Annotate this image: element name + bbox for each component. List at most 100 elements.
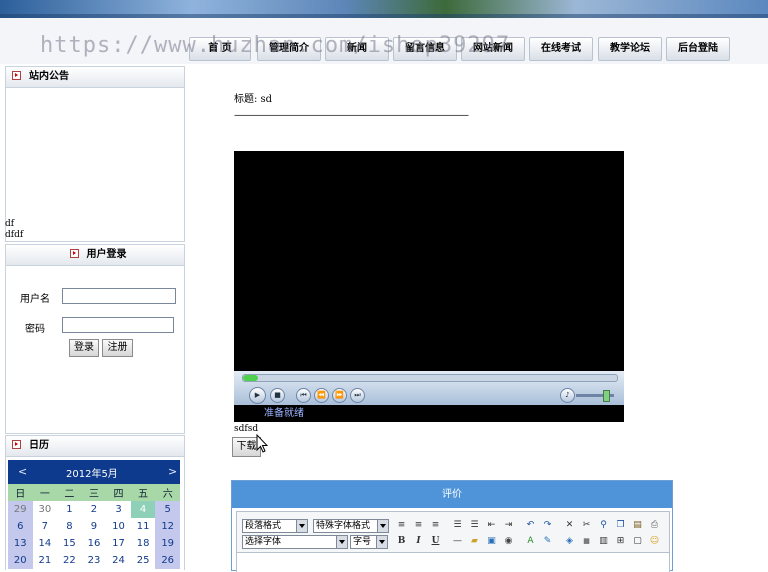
bold-button[interactable]: B bbox=[395, 535, 408, 548]
previous-icon[interactable]: ⏮ bbox=[296, 388, 311, 403]
login-button[interactable]: 登录 bbox=[69, 339, 99, 357]
table-icon[interactable]: ▥ bbox=[597, 535, 610, 548]
calendar-day[interactable]: 11 bbox=[131, 518, 156, 535]
password-input[interactable] bbox=[62, 317, 174, 333]
calendar-day[interactable]: 25 bbox=[131, 552, 156, 569]
arrow-marker-icon bbox=[69, 249, 79, 258]
calendar-day[interactable]: 10 bbox=[106, 518, 131, 535]
indent-icon[interactable]: ⇥ bbox=[502, 519, 515, 532]
image-icon[interactable]: ▣ bbox=[485, 535, 498, 548]
ordered-list-icon[interactable]: ☰ bbox=[451, 519, 464, 532]
calendar-day[interactable]: 30 bbox=[33, 501, 58, 518]
chevron-down-icon bbox=[296, 520, 307, 532]
font-select[interactable]: 选择字体 bbox=[242, 535, 348, 549]
cut-icon[interactable]: ✂ bbox=[580, 519, 593, 532]
calendar-day[interactable]: 14 bbox=[33, 535, 58, 552]
paste-icon[interactable]: ▤ bbox=[631, 519, 644, 532]
calendar-day[interactable]: 9 bbox=[82, 518, 107, 535]
font-color-icon[interactable]: A bbox=[524, 535, 537, 548]
calendar-day[interactable]: 23 bbox=[82, 552, 107, 569]
tab-online-exam[interactable]: 在线考试 bbox=[529, 37, 593, 61]
seek-bar[interactable] bbox=[242, 374, 618, 382]
title-separator: —————————————————————————— bbox=[234, 110, 469, 121]
calendar-day[interactable]: 17 bbox=[106, 535, 131, 552]
calendar-day[interactable]: 19 bbox=[155, 535, 180, 552]
calendar-day[interactable]: 13 bbox=[8, 535, 33, 552]
align-left-icon[interactable]: ≡ bbox=[395, 519, 408, 532]
player-controls: ▶ ■ ⏮ ⏪ ⏩ ⏭ ♪ bbox=[234, 371, 624, 405]
highlight-icon[interactable]: ✎ bbox=[541, 535, 554, 548]
rewind-icon[interactable]: ⏪ bbox=[314, 388, 329, 403]
special-char-icon[interactable]: ⊞ bbox=[614, 535, 627, 548]
arrow-marker-icon bbox=[12, 440, 21, 449]
editor-text-area[interactable] bbox=[237, 552, 669, 572]
tab-label: 后台登陆 bbox=[678, 43, 718, 54]
next-icon[interactable]: ⏭ bbox=[350, 388, 365, 403]
find-icon[interactable]: ⚲ bbox=[597, 519, 610, 532]
weekday-cell: 五 bbox=[130, 484, 156, 501]
undo-icon[interactable]: ↶ bbox=[524, 519, 537, 532]
calendar-day[interactable]: 22 bbox=[57, 552, 82, 569]
redo-icon[interactable]: ↷ bbox=[541, 519, 554, 532]
calendar-day[interactable]: 16 bbox=[82, 535, 107, 552]
calendar-day[interactable]: 15 bbox=[57, 535, 82, 552]
underline-button[interactable]: U bbox=[429, 535, 442, 548]
username-input[interactable] bbox=[62, 288, 176, 304]
notice-item[interactable]: dfdf bbox=[5, 230, 23, 240]
calendar-prev-button[interactable]: < bbox=[18, 465, 27, 478]
register-button[interactable]: 注册 bbox=[102, 339, 133, 357]
media-icon[interactable]: ◉ bbox=[502, 535, 515, 548]
stop-icon[interactable]: ■ bbox=[270, 388, 285, 403]
calendar-day[interactable]: 26 bbox=[155, 552, 180, 569]
calendar-day[interactable]: 12 bbox=[155, 518, 180, 535]
source-code-icon[interactable]: ▦ bbox=[580, 535, 593, 548]
emoticon-icon[interactable]: ☺ bbox=[648, 535, 661, 548]
horizontal-rule-icon[interactable]: — bbox=[451, 535, 464, 548]
player-status-text: 准备就绪 bbox=[264, 408, 304, 419]
calendar-day[interactable]: 20 bbox=[8, 552, 33, 569]
calendar-day[interactable]: 18 bbox=[131, 535, 156, 552]
delete-icon[interactable]: ✕ bbox=[563, 519, 576, 532]
fast-forward-icon[interactable]: ⏩ bbox=[332, 388, 347, 403]
select-value: 特殊字体格式 bbox=[316, 521, 371, 531]
tab-label: 教学论坛 bbox=[610, 43, 650, 54]
volume-knob[interactable] bbox=[603, 390, 610, 402]
special-font-select[interactable]: 特殊字体格式 bbox=[313, 519, 389, 533]
notice-item[interactable]: df bbox=[5, 219, 14, 229]
copy-icon[interactable]: ❐ bbox=[614, 519, 627, 532]
calendar-day[interactable]: 5 bbox=[155, 501, 180, 518]
align-right-icon[interactable]: ≡ bbox=[429, 519, 442, 532]
calendar-day[interactable]: 6 bbox=[8, 518, 33, 535]
select-value: 选择字体 bbox=[245, 537, 282, 547]
weekday-cell: 三 bbox=[81, 484, 107, 501]
align-center-icon[interactable]: ≡ bbox=[412, 519, 425, 532]
folder-icon[interactable]: ▰ bbox=[468, 535, 481, 548]
volume-icon[interactable]: ♪ bbox=[560, 388, 575, 403]
play-icon[interactable]: ▶ bbox=[249, 387, 266, 404]
calendar-day[interactable]: 7 bbox=[33, 518, 58, 535]
calendar-day[interactable]: 24 bbox=[106, 552, 131, 569]
calendar-day[interactable]: 3 bbox=[106, 501, 131, 518]
calendar-day[interactable]: 8 bbox=[57, 518, 82, 535]
paragraph-format-select[interactable]: 段落格式 bbox=[242, 519, 308, 533]
font-size-select[interactable]: 字号 bbox=[350, 535, 388, 549]
calendar-day-today[interactable]: 4 bbox=[130, 501, 156, 518]
calendar-day[interactable]: 21 bbox=[33, 552, 58, 569]
calendar-day[interactable]: 29 bbox=[8, 501, 33, 518]
video-screen[interactable] bbox=[234, 151, 624, 371]
italic-button[interactable]: I bbox=[412, 535, 425, 548]
tab-admin-login[interactable]: 后台登陆 bbox=[666, 37, 730, 61]
unordered-list-icon[interactable]: ☰ bbox=[468, 519, 481, 532]
volume-slider[interactable] bbox=[576, 390, 614, 402]
review-panel: 评价 段落格式 特殊字体格式 选择字体 字号 ≡ ≡ ≡ ☰ ☰ ⇤ ⇥ ↶ ↷… bbox=[231, 480, 673, 572]
page-icon[interactable]: ▢ bbox=[631, 535, 644, 548]
tab-forum[interactable]: 教学论坛 bbox=[598, 37, 662, 61]
outdent-icon[interactable]: ⇤ bbox=[485, 519, 498, 532]
print-icon[interactable]: ⎙ bbox=[648, 519, 661, 532]
calendar-panel-header: 日历 bbox=[6, 436, 184, 457]
calendar-day[interactable]: 1 bbox=[57, 501, 82, 518]
link-icon[interactable]: ◈ bbox=[563, 535, 576, 548]
calendar-next-button[interactable]: > bbox=[168, 465, 177, 478]
notice-panel: 站内公告 bbox=[5, 66, 185, 242]
calendar-day[interactable]: 2 bbox=[82, 501, 107, 518]
